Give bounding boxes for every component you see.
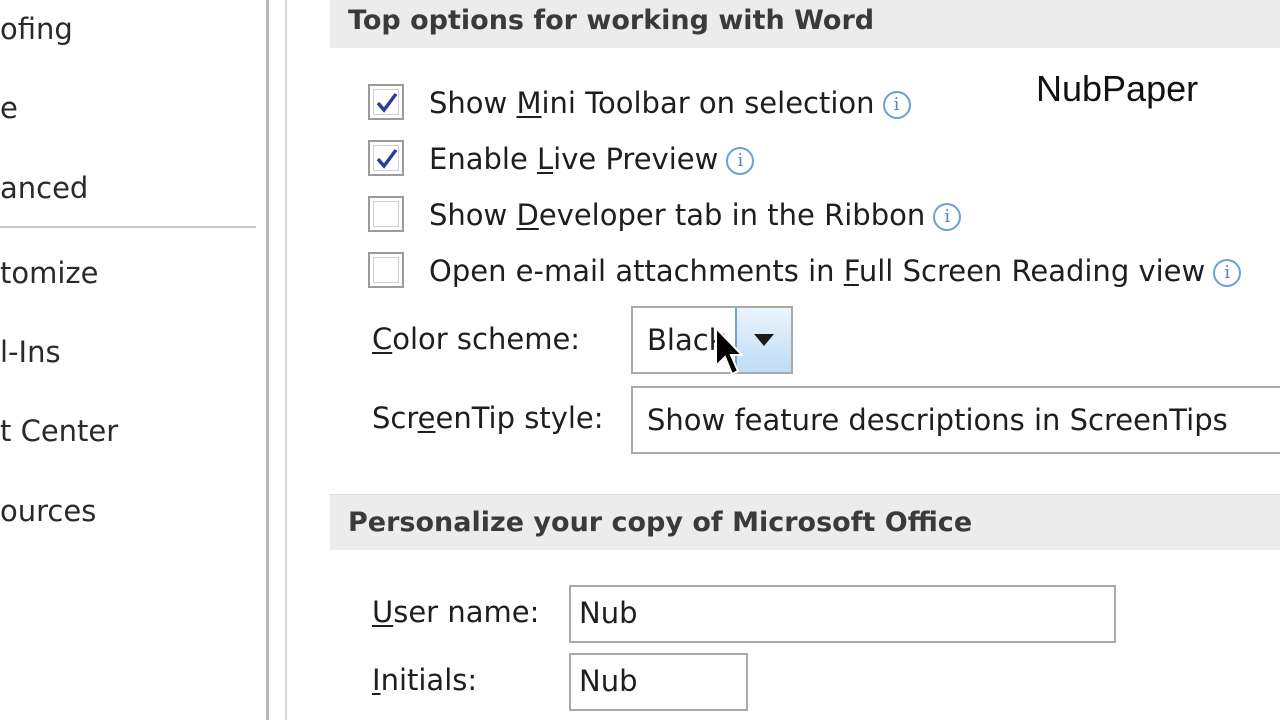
section-header-top-options: Top options for working with Word bbox=[330, 0, 1280, 48]
info-icon[interactable]: i bbox=[726, 147, 755, 175]
nav-item-add-ins[interactable]: l-Ins bbox=[0, 335, 61, 369]
mini-toolbar-label: Show Mini Toolbar on selection i bbox=[429, 84, 911, 122]
live-preview-checkbox[interactable] bbox=[368, 140, 404, 176]
info-icon[interactable]: i bbox=[933, 203, 962, 231]
initials-label: Initials: bbox=[372, 663, 478, 697]
options-nav: ofing e anced tomize l-Ins t Center ourc… bbox=[0, 0, 268, 720]
nav-item-advanced[interactable]: anced bbox=[0, 171, 88, 205]
user-name-label: User name: bbox=[372, 595, 540, 629]
info-icon[interactable]: i bbox=[882, 91, 911, 119]
content-border bbox=[285, 0, 287, 720]
email-attachments-label: Open e-mail attachments in Full Screen R… bbox=[429, 252, 1242, 290]
section-header-personalize: Personalize your copy of Microsoft Offic… bbox=[330, 494, 1280, 550]
user-name-input[interactable]: Nub bbox=[569, 585, 1116, 643]
chevron-down-icon bbox=[754, 334, 774, 346]
email-attachments-checkbox[interactable] bbox=[368, 252, 404, 288]
developer-tab-checkbox[interactable] bbox=[368, 196, 404, 232]
nav-item-save[interactable]: e bbox=[0, 91, 18, 125]
developer-tab-label: Show Developer tab in the Ribbon i bbox=[429, 196, 962, 234]
nav-item-proofing[interactable]: ofing bbox=[0, 12, 73, 46]
checkmark-icon bbox=[376, 92, 398, 113]
nav-divider bbox=[0, 226, 256, 228]
nav-item-trust-center[interactable]: t Center bbox=[0, 414, 118, 448]
mini-toolbar-checkbox[interactable] bbox=[368, 84, 404, 120]
nav-item-customize[interactable]: tomize bbox=[0, 256, 98, 290]
watermark-text: NubPaper bbox=[1036, 68, 1199, 109]
initials-input[interactable]: Nub bbox=[569, 653, 748, 711]
checkmark-icon bbox=[376, 148, 398, 169]
color-scheme-select[interactable]: Black bbox=[631, 306, 793, 374]
nav-border bbox=[266, 0, 269, 720]
color-scheme-label: Color scheme: bbox=[372, 322, 581, 356]
screentip-style-value: Show feature descriptions in ScreenTips bbox=[647, 403, 1228, 437]
screentip-style-label: ScreenTip style: bbox=[372, 401, 604, 435]
nav-item-resources[interactable]: ources bbox=[0, 494, 96, 528]
mouse-cursor-icon bbox=[715, 326, 744, 376]
live-preview-label: Enable Live Preview i bbox=[429, 140, 755, 178]
screentip-style-select[interactable]: Show feature descriptions in ScreenTips bbox=[631, 386, 1280, 454]
info-icon[interactable]: i bbox=[1213, 259, 1242, 287]
